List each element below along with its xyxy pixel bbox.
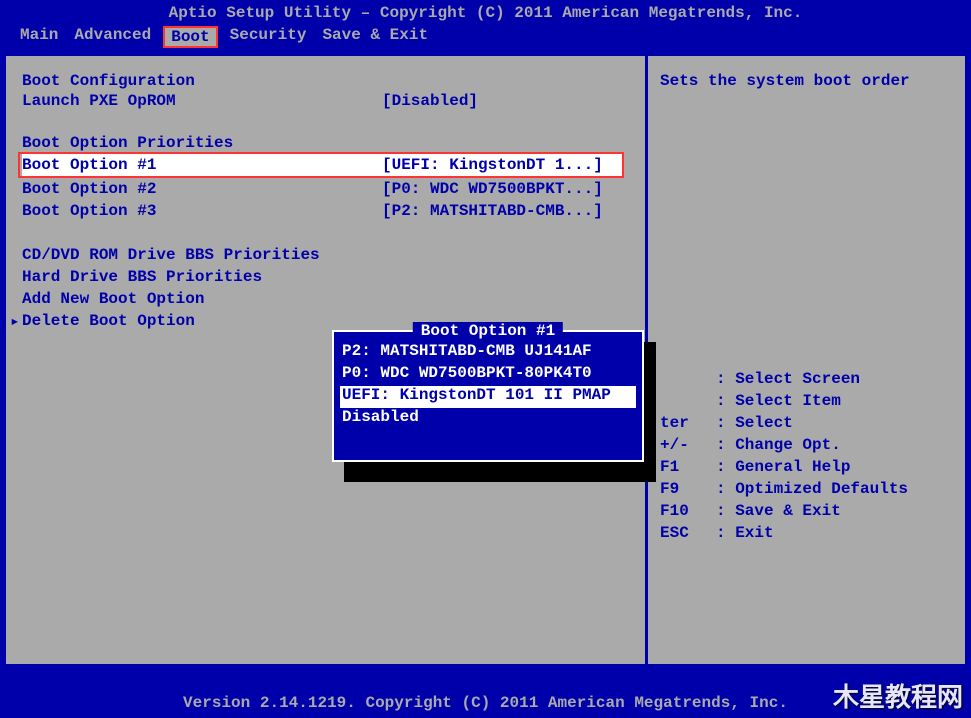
hdd-priorities-row[interactable]: Hard Drive BBS Priorities <box>22 266 637 288</box>
help-row-6: F10 : Save & Exit <box>660 502 957 524</box>
bios-header: Aptio Setup Utility – Copyright (C) 2011… <box>0 0 971 24</box>
help-desc-4: : General Help <box>716 458 850 480</box>
popup-item-0[interactable]: P2: MATSHITABD-CMB UJ141AF <box>340 342 636 364</box>
popup-items: P2: MATSHITABD-CMB UJ141AF P0: WDC WD750… <box>334 332 642 436</box>
help-row-4: F1 : General Help <box>660 458 957 480</box>
help-key-2: ter <box>660 414 716 436</box>
boot-option-1-highlight: Boot Option #1 [UEFI: KingstonDT 1...] <box>18 152 624 178</box>
help-desc-0: : Select Screen <box>716 370 860 392</box>
boot-option-2-label: Boot Option #2 <box>22 180 382 198</box>
help-row-2: ter : Select <box>660 414 957 436</box>
popup-item-3[interactable]: Disabled <box>340 408 636 430</box>
help-row-0: : Select Screen <box>660 370 957 392</box>
boot-option-2-row[interactable]: Boot Option #2 [P0: WDC WD7500BPKT...] <box>22 178 637 200</box>
launch-pxe-label: Launch PXE OpROM <box>22 92 382 110</box>
hdd-priorities-label: Hard Drive BBS Priorities <box>22 268 262 286</box>
help-key-1 <box>660 392 716 414</box>
menu-main[interactable]: Main <box>20 26 58 48</box>
menu-bar: Main Advanced Boot Security Save & Exit <box>0 24 971 54</box>
bios-title: Aptio Setup Utility – Copyright (C) 2011… <box>169 4 803 22</box>
menu-boot[interactable]: Boot <box>163 26 217 48</box>
boot-option-3-value: [P2: MATSHITABD-CMB...] <box>382 202 603 220</box>
help-description: Sets the system boot order <box>660 72 957 90</box>
triangle-icon: ▸ <box>10 311 20 331</box>
popup-item-2[interactable]: UEFI: KingstonDT 101 II PMAP <box>340 386 636 408</box>
cdrom-priorities-row[interactable]: CD/DVD ROM Drive BBS Priorities <box>22 244 637 266</box>
help-desc-7: : Exit <box>716 524 774 546</box>
launch-pxe-row[interactable]: Launch PXE OpROM [Disabled] <box>22 90 637 112</box>
footer-text: Version 2.14.1219. Copyright (C) 2011 Am… <box>183 694 788 712</box>
help-key-3: +/- <box>660 436 716 458</box>
popup-title: Boot Option #1 <box>413 322 563 340</box>
watermark: 木星教程网 <box>833 677 963 714</box>
help-row-5: F9 : Optimized Defaults <box>660 480 957 502</box>
boot-option-3-row[interactable]: Boot Option #3 [P2: MATSHITABD-CMB...] <box>22 200 637 222</box>
menu-advanced[interactable]: Advanced <box>74 26 151 48</box>
help-key-5: F9 <box>660 480 716 502</box>
main-area: Boot Configuration Launch PXE OpROM [Dis… <box>4 54 967 666</box>
help-desc-3: : Change Opt. <box>716 436 841 458</box>
boot-option-1-row[interactable]: Boot Option #1 [UEFI: KingstonDT 1...] <box>22 154 622 176</box>
boot-option-popup: Boot Option #1 P2: MATSHITABD-CMB UJ141A… <box>332 330 644 462</box>
boot-priorities-header: Boot Option Priorities <box>22 134 637 152</box>
left-panel: Boot Configuration Launch PXE OpROM [Dis… <box>6 56 645 664</box>
help-key-0 <box>660 370 716 392</box>
help-row-1: : Select Item <box>660 392 957 414</box>
boot-option-2-value: [P0: WDC WD7500BPKT...] <box>382 180 603 198</box>
help-row-7: ESC : Exit <box>660 524 957 546</box>
menu-save-exit[interactable]: Save & Exit <box>322 26 428 48</box>
help-key-7: ESC <box>660 524 716 546</box>
boot-config-header: Boot Configuration <box>22 72 637 90</box>
help-key-4: F1 <box>660 458 716 480</box>
help-desc-6: : Save & Exit <box>716 502 841 524</box>
launch-pxe-value: [Disabled] <box>382 92 478 110</box>
help-desc-5: : Optimized Defaults <box>716 480 908 502</box>
bios-footer: Version 2.14.1219. Copyright (C) 2011 Am… <box>0 688 971 718</box>
add-new-boot-row[interactable]: Add New Boot Option <box>22 288 637 310</box>
boot-option-1-value: [UEFI: KingstonDT 1...] <box>382 156 603 174</box>
add-new-boot-label: Add New Boot Option <box>22 290 204 308</box>
menu-security[interactable]: Security <box>230 26 307 48</box>
boot-option-1-label: Boot Option #1 <box>22 156 382 174</box>
help-key-6: F10 <box>660 502 716 524</box>
help-row-3: +/- : Change Opt. <box>660 436 957 458</box>
boot-option-3-label: Boot Option #3 <box>22 202 382 220</box>
delete-boot-label: Delete Boot Option <box>22 312 195 330</box>
help-desc-2: : Select <box>716 414 793 436</box>
right-panel: Sets the system boot order : Select Scre… <box>645 56 965 664</box>
help-keys-section: : Select Screen : Select Item ter : Sele… <box>660 370 957 546</box>
popup-item-1[interactable]: P0: WDC WD7500BPKT-80PK4T0 <box>340 364 636 386</box>
help-desc-1: : Select Item <box>716 392 841 414</box>
cdrom-priorities-label: CD/DVD ROM Drive BBS Priorities <box>22 246 320 264</box>
